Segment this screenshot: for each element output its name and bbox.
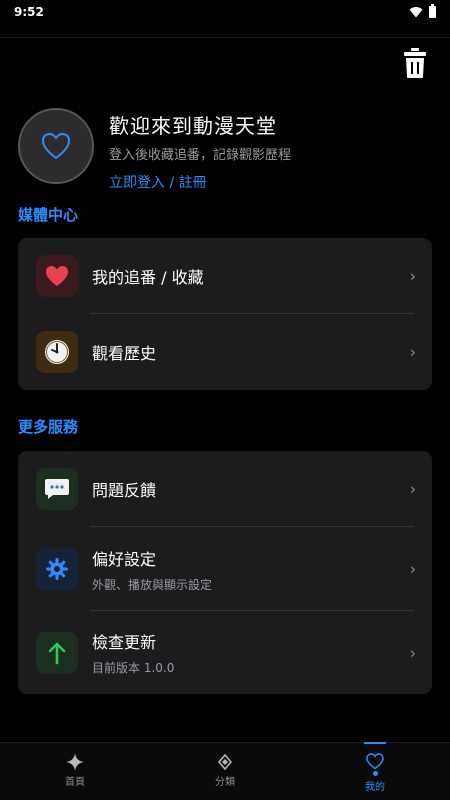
- chevron-right-icon: ›: [409, 559, 416, 579]
- menu-item-label: 我的追番 / 收藏: [92, 268, 204, 287]
- arrow-up-icon: [48, 642, 66, 664]
- active-tab-indicator: [364, 742, 386, 744]
- menu-item-feedback[interactable]: 問題反饋 ›: [18, 451, 432, 527]
- arrow-icon-badge: [36, 631, 78, 674]
- status-bar: 9:52: [0, 0, 450, 24]
- chevron-right-icon: ›: [409, 266, 416, 286]
- menu-item-label: 問題反饋: [92, 481, 157, 500]
- chat-icon-badge: [36, 468, 78, 510]
- nav-item-mine[interactable]: 我的: [300, 742, 450, 800]
- section-title-media: 媒體中心: [18, 206, 79, 224]
- diamond-icon: [217, 753, 233, 771]
- nav-item-home[interactable]: 首頁: [0, 743, 150, 800]
- trash-icon: [404, 48, 426, 78]
- nav-label: 首頁: [65, 777, 85, 788]
- welcome-subtitle: 登入後收藏追番，記錄觀影歷程: [109, 148, 292, 163]
- bottom-nav: 首頁 分類 我的: [0, 742, 450, 800]
- more-services-card: 問題反饋 › 偏好設定 外觀、播放與顯示設定 › 檢查更新 目前版本 1.0.0…: [18, 451, 432, 694]
- menu-item-favorites[interactable]: 我的追番 / 收藏 ›: [18, 238, 432, 314]
- login-register-link[interactable]: 立即登入 / 註冊: [109, 172, 207, 192]
- heart-icon-badge: [36, 255, 78, 297]
- active-dot: [372, 771, 378, 776]
- section-title-more: 更多服務: [18, 418, 79, 436]
- chat-bubble-icon: [45, 479, 69, 499]
- chevron-right-icon: ›: [409, 342, 416, 362]
- menu-item-check-update[interactable]: 檢查更新 目前版本 1.0.0 ›: [18, 611, 432, 694]
- status-icons: [409, 4, 436, 18]
- menu-item-preferences[interactable]: 偏好設定 外觀、播放與顯示設定 ›: [18, 527, 432, 611]
- clock-icon-badge: [36, 331, 78, 373]
- menu-item-label: 觀看歷史: [92, 344, 157, 363]
- chevron-right-icon: ›: [409, 643, 416, 662]
- menu-item-history[interactable]: 觀看歷史 ›: [18, 314, 432, 390]
- nav-label: 我的: [365, 782, 385, 793]
- gear-icon: [46, 558, 68, 580]
- chevron-right-icon: ›: [409, 479, 416, 499]
- wifi-icon: [409, 7, 423, 18]
- media-card: 我的追番 / 收藏 › 觀看歷史 ›: [18, 238, 432, 390]
- battery-icon: [429, 4, 436, 18]
- status-time: 9:52: [14, 5, 44, 19]
- welcome-title: 歡迎來到動漫天堂: [109, 114, 277, 138]
- heart-outline-icon: [366, 753, 384, 770]
- menu-item-subtitle: 目前版本 1.0.0: [92, 661, 175, 675]
- avatar[interactable]: [18, 108, 94, 184]
- clock-icon: [45, 340, 69, 364]
- clear-data-button[interactable]: [404, 48, 426, 78]
- menu-item-label: 偏好設定: [92, 549, 157, 569]
- profile-header: 歡迎來到動漫天堂 登入後收藏追番，記錄觀影歷程 立即登入 / 註冊: [18, 108, 438, 191]
- gear-icon-badge: [36, 548, 78, 590]
- header-divider: [0, 37, 450, 38]
- heart-icon: [46, 266, 68, 286]
- heart-outline-icon: [41, 132, 71, 160]
- sparkle-icon: [66, 753, 84, 771]
- menu-item-label: 檢查更新: [92, 633, 157, 652]
- nav-label: 分類: [215, 777, 235, 788]
- nav-item-category[interactable]: 分類: [150, 743, 300, 800]
- menu-item-subtitle: 外觀、播放與顯示設定: [92, 577, 213, 592]
